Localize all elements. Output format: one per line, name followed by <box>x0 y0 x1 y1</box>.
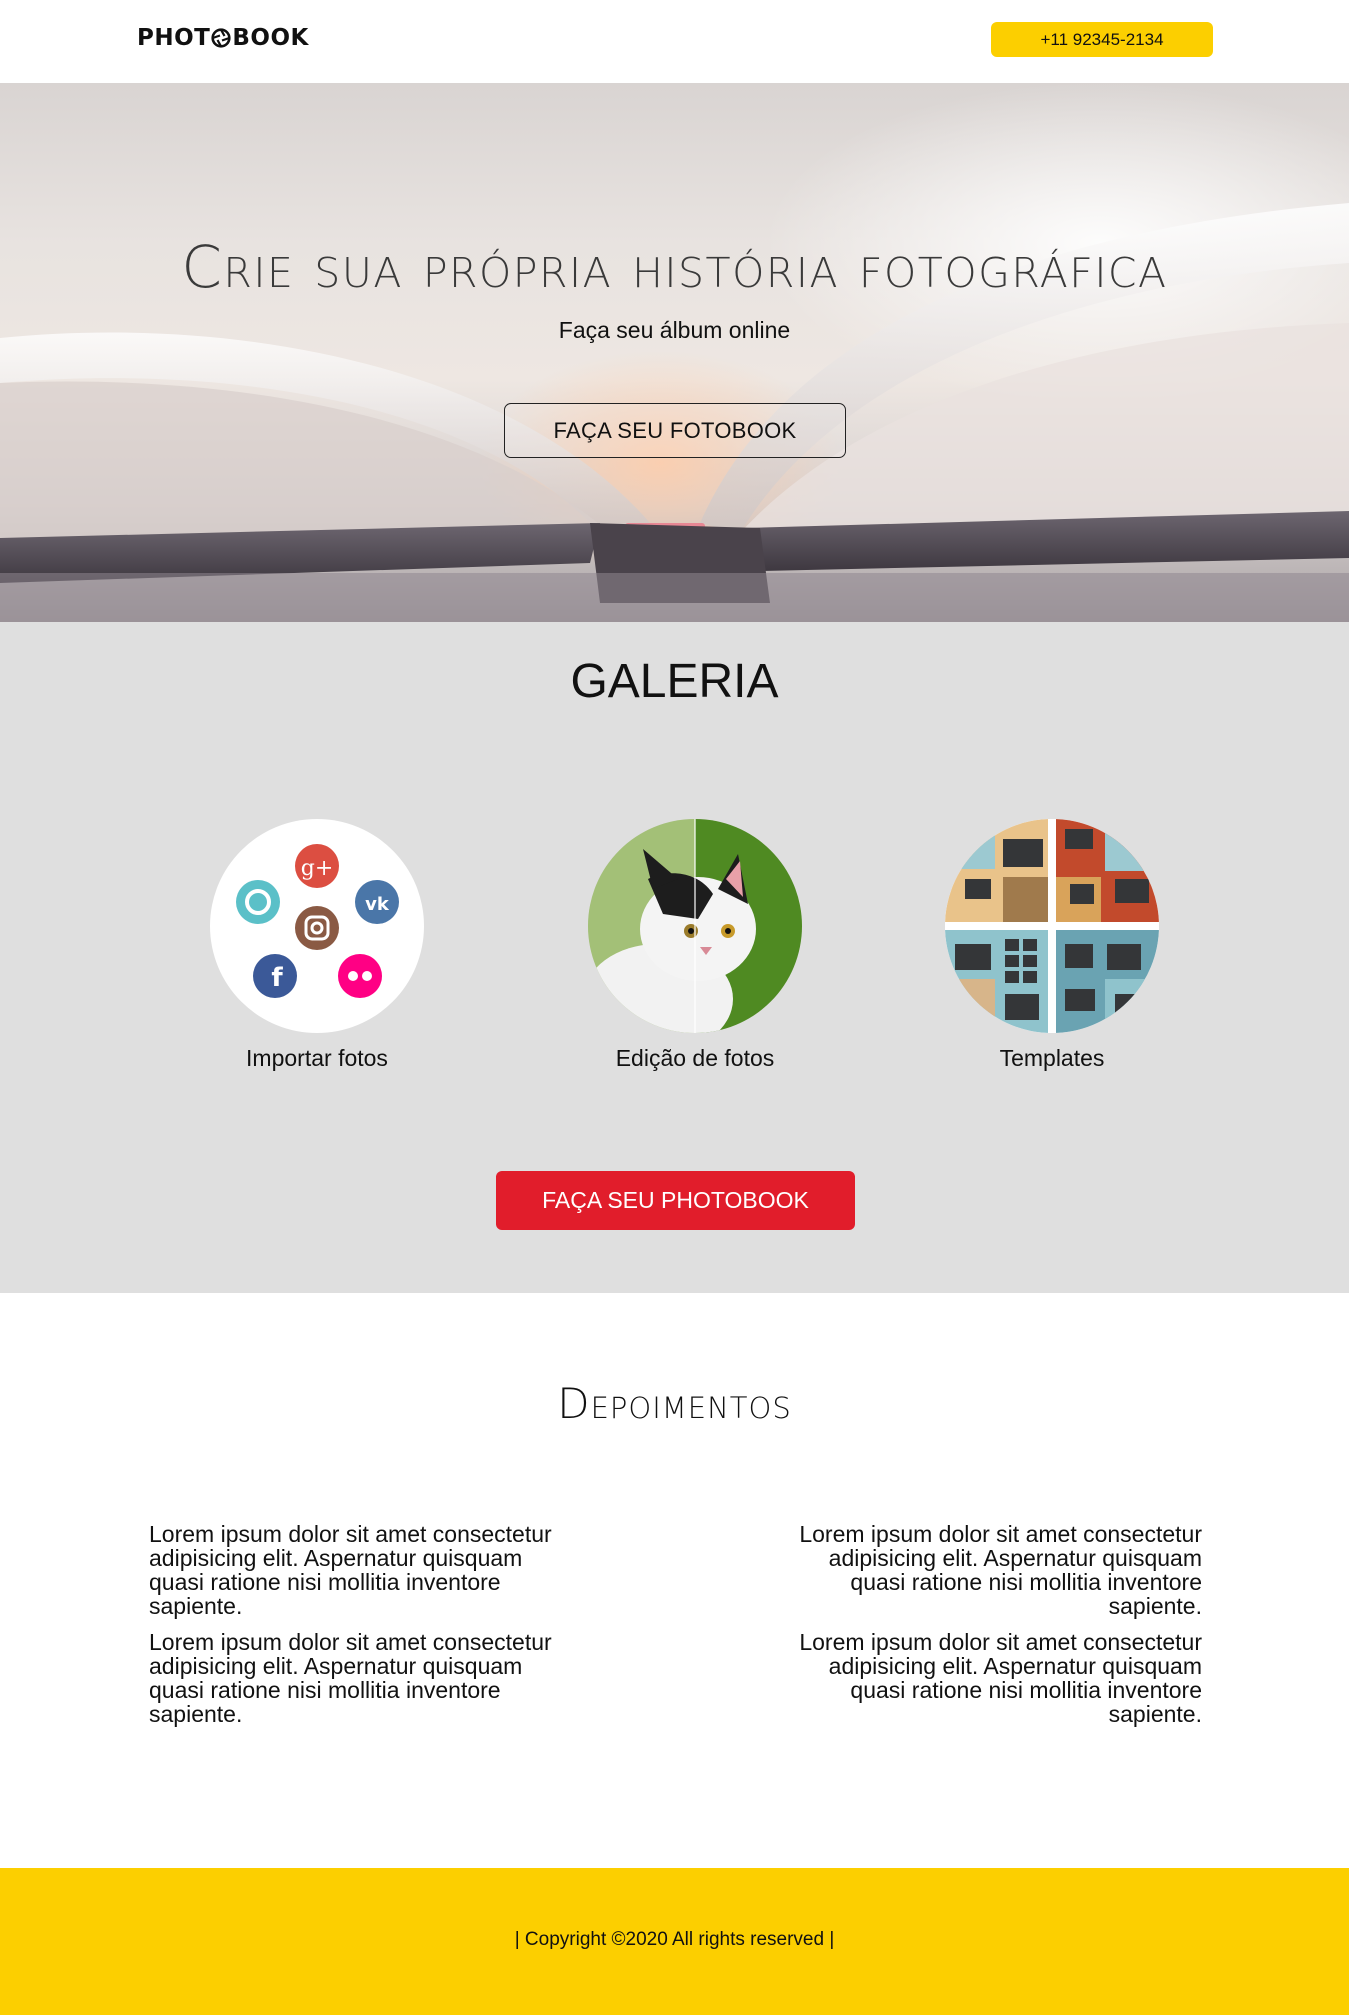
testimonial-text: Lorem ipsum dolor sit amet consectetur a… <box>799 1521 1202 1619</box>
phone-button[interactable]: +11 92345-2134 <box>991 22 1213 57</box>
gallery-item-import[interactable]: g+ vk f Importar fotos <box>167 819 467 1072</box>
gallery-label-templates: Templates <box>999 1045 1105 1071</box>
open-book-background-image <box>0 203 1349 622</box>
hero-title: Crie sua própria história fotográfica <box>181 233 1168 301</box>
svg-text:g+: g+ <box>301 856 334 881</box>
logo-text-right: BOOK <box>232 25 309 51</box>
gallery-label-edit: Edição de fotos <box>615 1045 775 1071</box>
copyright-text: | Copyright ©2020 All rights reserved | <box>514 1929 835 1950</box>
testimonials-title: Depoimentos <box>557 1379 792 1428</box>
hero-subtitle: Faça seu álbum online <box>558 317 791 343</box>
hero-banner: Crie sua própria história fotográfica Fa… <box>0 83 1349 622</box>
testimonial-text: Lorem ipsum dolor sit amet consectetur a… <box>149 1521 552 1619</box>
svg-text:f: f <box>271 963 283 993</box>
cat-photo-edit-icon <box>588 819 802 1033</box>
svg-text:vk: vk <box>365 894 390 915</box>
gallery-section: GALERIA g+ vk f Importar fotos Edição de… <box>0 622 1349 1293</box>
gallery-item-templates[interactable]: Templates <box>902 819 1202 1072</box>
logo-text-left: PHOT <box>137 25 211 51</box>
make-photobook-button[interactable]: FAÇA SEU PHOTOBOOK <box>496 1171 855 1230</box>
gallery-label-import: Importar fotos <box>246 1045 388 1071</box>
camera-aperture-icon <box>211 28 231 48</box>
photobook-logo[interactable]: PHOT BOOK <box>137 25 309 51</box>
gallery-title: GALERIA <box>570 655 779 708</box>
site-header: PHOT BOOK +11 92345-2134 <box>0 0 1349 83</box>
testimonials-left-column: Lorem ipsum dolor sit amet consectetur a… <box>149 1522 579 1738</box>
make-fotobook-button[interactable]: FAÇA SEU FOTOBOOK <box>504 403 846 458</box>
testimonial-text: Lorem ipsum dolor sit amet consectetur a… <box>149 1629 552 1727</box>
testimonials-section: Depoimentos Lorem ipsum dolor sit amet c… <box>0 1293 1349 1868</box>
gallery-item-edit[interactable]: Edição de fotos <box>545 819 845 1072</box>
social-import-icon: g+ vk f <box>210 819 424 1033</box>
testimonials-right-column: Lorem ipsum dolor sit amet consectetur a… <box>772 1522 1202 1738</box>
templates-grid-icon <box>945 819 1159 1033</box>
testimonial-text: Lorem ipsum dolor sit amet consectetur a… <box>799 1629 1202 1727</box>
site-footer: | Copyright ©2020 All rights reserved | <box>0 1868 1349 2015</box>
